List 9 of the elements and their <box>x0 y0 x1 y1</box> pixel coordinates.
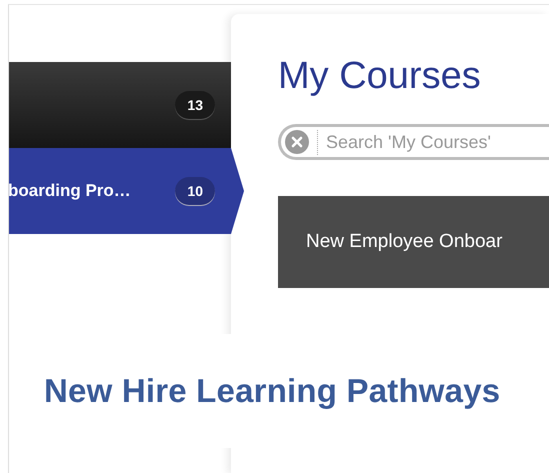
page-title: My Courses <box>278 54 482 99</box>
count-badge: 10 <box>175 177 215 205</box>
clear-icon[interactable] <box>285 130 309 154</box>
sidebar-item[interactable]: 13 <box>9 62 231 148</box>
banner-title: New Hire Learning Pathways <box>44 372 500 410</box>
count-badge: 13 <box>175 91 215 119</box>
course-card[interactable]: New Employee Onboar <box>278 196 549 288</box>
item-label: boarding Pro… <box>8 181 131 201</box>
search-field[interactable]: Search 'My Courses' <box>278 124 549 160</box>
